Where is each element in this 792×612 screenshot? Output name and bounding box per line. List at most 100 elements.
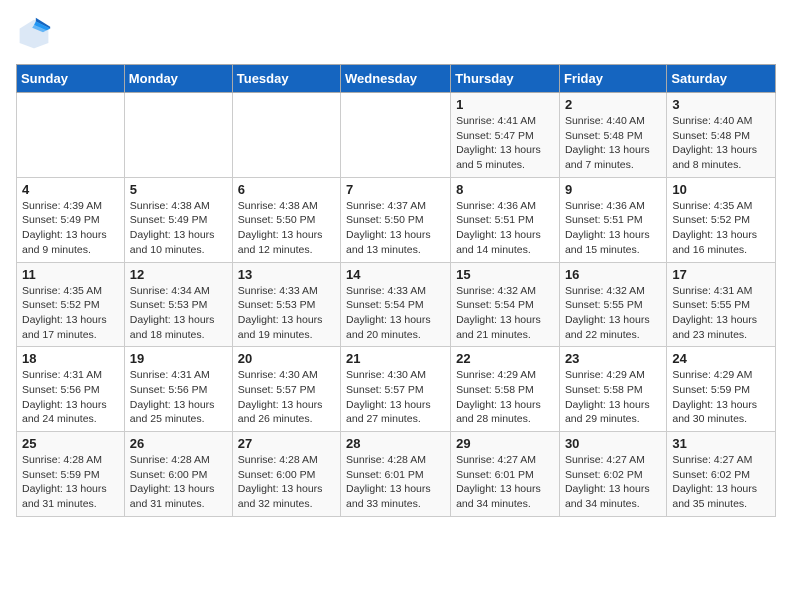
- calendar-cell: 3 Sunrise: 4:40 AM Sunset: 5:48 PM Daylig…: [667, 93, 776, 178]
- header-day-wednesday: Wednesday: [341, 65, 451, 93]
- calendar-cell: 15 Sunrise: 4:32 AM Sunset: 5:54 PM Dayli…: [451, 262, 560, 347]
- day-number: 4: [22, 182, 119, 197]
- calendar-cell: 30 Sunrise: 4:27 AM Sunset: 6:02 PM Dayli…: [559, 432, 666, 517]
- day-number: 28: [346, 436, 445, 451]
- day-detail: Sunrise: 4:40 AM Sunset: 5:48 PM Dayligh…: [672, 114, 770, 173]
- day-detail: Sunrise: 4:38 AM Sunset: 5:50 PM Dayligh…: [238, 199, 335, 258]
- day-number: 15: [456, 267, 554, 282]
- calendar-week-5: 25Sunrise: 4:28 AM Sunset: 5:59 PM Dayli…: [17, 432, 776, 517]
- day-number: 14: [346, 267, 445, 282]
- header-day-saturday: Saturday: [667, 65, 776, 93]
- calendar-cell: 7 Sunrise: 4:37 AM Sunset: 5:50 PM Daylig…: [341, 177, 451, 262]
- day-number: 17: [672, 267, 770, 282]
- calendar-cell: 18 Sunrise: 4:31 AM Sunset: 5:56 PM Dayli…: [17, 347, 125, 432]
- day-number: 1: [456, 97, 554, 112]
- calendar-cell: 1Sunrise: 4:41 AM Sunset: 5:47 PM Daylig…: [451, 93, 560, 178]
- calendar-cell: 13 Sunrise: 4:33 AM Sunset: 5:53 PM Dayli…: [232, 262, 340, 347]
- calendar-cell: 10Sunrise: 4:35 AM Sunset: 5:52 PM Dayli…: [667, 177, 776, 262]
- calendar-cell: 23 Sunrise: 4:29 AM Sunset: 5:58 PM Dayli…: [559, 347, 666, 432]
- day-number: 9: [565, 182, 661, 197]
- calendar-cell: 28 Sunrise: 4:28 AM Sunset: 6:01 PM Dayli…: [341, 432, 451, 517]
- calendar-cell: 5 Sunrise: 4:38 AM Sunset: 5:49 PM Daylig…: [124, 177, 232, 262]
- day-number: 19: [130, 351, 227, 366]
- day-detail: Sunrise: 4:27 AM Sunset: 6:01 PM Dayligh…: [456, 453, 554, 512]
- day-detail: Sunrise: 4:40 AM Sunset: 5:48 PM Dayligh…: [565, 114, 661, 173]
- header-day-sunday: Sunday: [17, 65, 125, 93]
- day-detail: Sunrise: 4:28 AM Sunset: 6:00 PM Dayligh…: [130, 453, 227, 512]
- day-number: 29: [456, 436, 554, 451]
- day-detail: Sunrise: 4:36 AM Sunset: 5:51 PM Dayligh…: [456, 199, 554, 258]
- day-number: 20: [238, 351, 335, 366]
- day-detail: Sunrise: 4:29 AM Sunset: 5:58 PM Dayligh…: [456, 368, 554, 427]
- day-detail: Sunrise: 4:33 AM Sunset: 5:53 PM Dayligh…: [238, 284, 335, 343]
- header-day-monday: Monday: [124, 65, 232, 93]
- calendar-week-4: 18 Sunrise: 4:31 AM Sunset: 5:56 PM Dayli…: [17, 347, 776, 432]
- day-number: 30: [565, 436, 661, 451]
- day-detail: Sunrise: 4:30 AM Sunset: 5:57 PM Dayligh…: [238, 368, 335, 427]
- calendar-cell: 8 Sunrise: 4:36 AM Sunset: 5:51 PM Daylig…: [451, 177, 560, 262]
- day-detail: Sunrise: 4:28 AM Sunset: 6:01 PM Dayligh…: [346, 453, 445, 512]
- logo-icon: [16, 16, 52, 52]
- day-detail: Sunrise: 4:29 AM Sunset: 5:59 PM Dayligh…: [672, 368, 770, 427]
- day-detail: Sunrise: 4:38 AM Sunset: 5:49 PM Dayligh…: [130, 199, 227, 258]
- day-detail: Sunrise: 4:31 AM Sunset: 5:55 PM Dayligh…: [672, 284, 770, 343]
- calendar-cell: 22 Sunrise: 4:29 AM Sunset: 5:58 PM Dayli…: [451, 347, 560, 432]
- calendar-cell: 26 Sunrise: 4:28 AM Sunset: 6:00 PM Dayli…: [124, 432, 232, 517]
- day-number: 12: [130, 267, 227, 282]
- calendar-cell: 11Sunrise: 4:35 AM Sunset: 5:52 PM Dayli…: [17, 262, 125, 347]
- day-detail: Sunrise: 4:36 AM Sunset: 5:51 PM Dayligh…: [565, 199, 661, 258]
- calendar-cell: 29 Sunrise: 4:27 AM Sunset: 6:01 PM Dayli…: [451, 432, 560, 517]
- calendar-cell: 19 Sunrise: 4:31 AM Sunset: 5:56 PM Dayli…: [124, 347, 232, 432]
- day-number: 2: [565, 97, 661, 112]
- day-number: 21: [346, 351, 445, 366]
- day-number: 5: [130, 182, 227, 197]
- day-detail: Sunrise: 4:34 AM Sunset: 5:53 PM Dayligh…: [130, 284, 227, 343]
- calendar-cell: 25Sunrise: 4:28 AM Sunset: 5:59 PM Dayli…: [17, 432, 125, 517]
- day-detail: Sunrise: 4:29 AM Sunset: 5:58 PM Dayligh…: [565, 368, 661, 427]
- day-detail: Sunrise: 4:28 AM Sunset: 5:59 PM Dayligh…: [22, 453, 119, 512]
- calendar-table: SundayMondayTuesdayWednesdayThursdayFrid…: [16, 64, 776, 517]
- day-detail: Sunrise: 4:28 AM Sunset: 6:00 PM Dayligh…: [238, 453, 335, 512]
- calendar-cell: 6Sunrise: 4:38 AM Sunset: 5:50 PM Daylig…: [232, 177, 340, 262]
- calendar-week-1: 1Sunrise: 4:41 AM Sunset: 5:47 PM Daylig…: [17, 93, 776, 178]
- calendar-cell: 27 Sunrise: 4:28 AM Sunset: 6:00 PM Dayli…: [232, 432, 340, 517]
- day-number: 7: [346, 182, 445, 197]
- calendar-cell: 14 Sunrise: 4:33 AM Sunset: 5:54 PM Dayli…: [341, 262, 451, 347]
- day-number: 23: [565, 351, 661, 366]
- header-day-tuesday: Tuesday: [232, 65, 340, 93]
- day-number: 22: [456, 351, 554, 366]
- day-detail: Sunrise: 4:31 AM Sunset: 5:56 PM Dayligh…: [22, 368, 119, 427]
- calendar-body: 1Sunrise: 4:41 AM Sunset: 5:47 PM Daylig…: [17, 93, 776, 517]
- day-number: 26: [130, 436, 227, 451]
- calendar-cell: [124, 93, 232, 178]
- day-detail: Sunrise: 4:27 AM Sunset: 6:02 PM Dayligh…: [672, 453, 770, 512]
- calendar-cell: 9 Sunrise: 4:36 AM Sunset: 5:51 PM Daylig…: [559, 177, 666, 262]
- day-detail: Sunrise: 4:30 AM Sunset: 5:57 PM Dayligh…: [346, 368, 445, 427]
- day-detail: Sunrise: 4:35 AM Sunset: 5:52 PM Dayligh…: [672, 199, 770, 258]
- day-detail: Sunrise: 4:37 AM Sunset: 5:50 PM Dayligh…: [346, 199, 445, 258]
- calendar-cell: 2 Sunrise: 4:40 AM Sunset: 5:48 PM Daylig…: [559, 93, 666, 178]
- day-number: 3: [672, 97, 770, 112]
- day-detail: Sunrise: 4:27 AM Sunset: 6:02 PM Dayligh…: [565, 453, 661, 512]
- day-number: 24: [672, 351, 770, 366]
- calendar-cell: 31Sunrise: 4:27 AM Sunset: 6:02 PM Dayli…: [667, 432, 776, 517]
- calendar-cell: 17 Sunrise: 4:31 AM Sunset: 5:55 PM Dayli…: [667, 262, 776, 347]
- day-number: 27: [238, 436, 335, 451]
- header-day-thursday: Thursday: [451, 65, 560, 93]
- calendar-cell: 16 Sunrise: 4:32 AM Sunset: 5:55 PM Dayli…: [559, 262, 666, 347]
- calendar-cell: 4 Sunrise: 4:39 AM Sunset: 5:49 PM Daylig…: [17, 177, 125, 262]
- day-detail: Sunrise: 4:31 AM Sunset: 5:56 PM Dayligh…: [130, 368, 227, 427]
- calendar-cell: 24 Sunrise: 4:29 AM Sunset: 5:59 PM Dayli…: [667, 347, 776, 432]
- calendar-cell: 20 Sunrise: 4:30 AM Sunset: 5:57 PM Dayli…: [232, 347, 340, 432]
- calendar-cell: [17, 93, 125, 178]
- day-detail: Sunrise: 4:32 AM Sunset: 5:55 PM Dayligh…: [565, 284, 661, 343]
- day-number: 8: [456, 182, 554, 197]
- day-detail: Sunrise: 4:33 AM Sunset: 5:54 PM Dayligh…: [346, 284, 445, 343]
- calendar-cell: [232, 93, 340, 178]
- day-number: 16: [565, 267, 661, 282]
- logo: [16, 16, 56, 52]
- day-detail: Sunrise: 4:39 AM Sunset: 5:49 PM Dayligh…: [22, 199, 119, 258]
- day-number: 13: [238, 267, 335, 282]
- day-number: 18: [22, 351, 119, 366]
- day-detail: Sunrise: 4:32 AM Sunset: 5:54 PM Dayligh…: [456, 284, 554, 343]
